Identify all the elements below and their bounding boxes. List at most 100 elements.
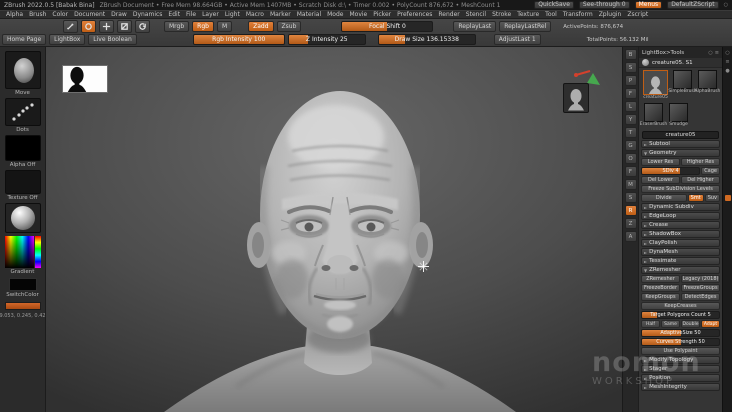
ghost-icon[interactable]: G <box>624 140 637 151</box>
tool-thumbnail-eraserbrush[interactable] <box>644 103 663 122</box>
tool-thumbnail-creature05[interactable] <box>643 70 668 95</box>
suv-toggle[interactable]: Suv <box>704 194 720 202</box>
current-tool-row[interactable]: creature05. S1 <box>639 58 722 68</box>
move-nav-icon[interactable]: M <box>624 179 637 190</box>
help-icon[interactable]: ○ <box>724 2 728 8</box>
local-icon[interactable]: L <box>624 101 637 112</box>
lsym-icon[interactable]: Y <box>624 114 637 125</box>
seethrough-slider[interactable]: See-through 0 <box>578 1 630 9</box>
panel-toggle-icon[interactable]: ≡ <box>725 59 729 65</box>
bpr-icon[interactable]: B <box>624 49 637 60</box>
spix-icon[interactable]: S <box>624 62 637 73</box>
keepcreases-toggle[interactable]: KeepCreases <box>641 302 720 310</box>
menu-item[interactable]: Zscript <box>627 11 648 18</box>
actual-size-icon[interactable]: A <box>624 231 637 242</box>
home-page-button[interactable]: Home Page <box>2 34 47 45</box>
quicksave-button[interactable]: QuickSave <box>534 1 574 9</box>
z-intensity-slider[interactable]: Z Intensity 25 <box>287 34 366 45</box>
palette-section-header[interactable]: ► EdgeLoop <box>641 212 720 220</box>
menu-item[interactable]: Transform <box>563 11 593 18</box>
legacy-2018-toggle[interactable]: Legacy (2018) <box>681 275 720 283</box>
palette-section-header[interactable]: ► Dynamic Subdiv <box>641 203 720 211</box>
menu-item[interactable]: Layer <box>202 11 219 18</box>
menu-item[interactable]: Texture <box>517 11 539 18</box>
cage-button[interactable]: Cage <box>701 167 720 175</box>
menu-item[interactable]: Mode <box>327 11 343 18</box>
tool-thumbnail-simplebrush[interactable] <box>673 70 692 89</box>
solo-icon[interactable]: O <box>624 153 637 164</box>
use-polypaint-toggle[interactable]: Use Polypaint <box>641 347 720 355</box>
mrgb-button[interactable]: Mrgb <box>164 21 190 32</box>
freeze-subdivision-button[interactable]: Freeze SubDivision Levels <box>641 185 720 193</box>
palette-section-header[interactable]: ► ClayPolish <box>641 239 720 247</box>
menu-item[interactable]: Dynamics <box>133 11 163 18</box>
freezegroups-toggle[interactable]: FreezeGroups <box>681 284 720 292</box>
menu-item[interactable]: Document <box>74 11 105 18</box>
draw-size-slider[interactable]: Draw Size 136.15338 <box>377 34 476 45</box>
subtool-section-header[interactable]: ► Subtool <box>641 140 720 148</box>
lightbox-button[interactable]: LightBox <box>49 34 86 45</box>
menu-item[interactable]: Zplugin <box>599 11 622 18</box>
tool-name-field[interactable]: creature05 <box>642 131 719 139</box>
focal-shift-slider[interactable]: Focal Shift 0 <box>341 21 434 32</box>
rgb-intensity-slider[interactable]: Rgb Intensity 100 <box>192 34 285 45</box>
frame-icon[interactable]: F <box>624 166 637 177</box>
freezeborder-toggle[interactable]: FreezeBorder <box>641 284 680 292</box>
same-button[interactable]: Same <box>661 320 680 328</box>
palette-section-header[interactable]: ► Stager <box>641 365 720 373</box>
texture-picker-button[interactable] <box>4 170 41 194</box>
tool-thumbnail-smudge[interactable] <box>669 103 688 122</box>
tray-handle-icon[interactable]: ≡ <box>715 50 719 56</box>
current-brush-button[interactable] <box>4 51 41 89</box>
menu-item[interactable]: Preferences <box>397 11 432 18</box>
menu-item[interactable]: File <box>186 11 196 18</box>
hue-strip[interactable] <box>34 236 41 268</box>
palette-section-header[interactable]: ► Crease <box>641 221 720 229</box>
palette-section-header[interactable]: ► Tessimate <box>641 257 720 265</box>
adjustlast-button[interactable]: AdjustLast 1 <box>493 34 541 45</box>
default-zscript-button[interactable]: DefaultZScript <box>667 1 719 9</box>
del-higher-button[interactable]: Del Higher <box>681 176 720 184</box>
menu-item[interactable]: Tool <box>545 11 557 18</box>
document-canvas[interactable] <box>46 47 622 412</box>
m-button[interactable]: M <box>216 21 233 32</box>
double-button[interactable]: Double <box>681 320 700 328</box>
live-boolean-button[interactable]: Live Boolean <box>88 34 137 45</box>
menu-item[interactable]: Stroke <box>492 11 511 18</box>
menu-item[interactable]: Color <box>52 11 68 18</box>
menu-item[interactable]: Macro <box>246 11 264 18</box>
higher-res-button[interactable]: Higher Res <box>681 158 720 166</box>
stroke-picker-button[interactable] <box>4 98 41 126</box>
tray-circle-icon[interactable]: ○ <box>708 50 712 56</box>
menu-item[interactable]: Edit <box>168 11 180 18</box>
adapt-toggle[interactable]: Adapt <box>701 320 720 328</box>
adaptive-size-slider[interactable]: AdaptiveSize 50 <box>641 329 720 337</box>
rotate-nav-icon[interactable]: R <box>624 205 637 216</box>
menu-item[interactable]: Picker <box>373 11 391 18</box>
menu-item[interactable]: Material <box>297 11 321 18</box>
persp-icon[interactable]: P <box>624 75 637 86</box>
menu-item[interactable]: Draw <box>111 11 127 18</box>
menu-item[interactable]: Brush <box>29 11 46 18</box>
tool-thumbnail-alphabrush[interactable] <box>698 70 717 89</box>
zsub-button[interactable]: Zsub <box>276 21 302 32</box>
edit-object-button[interactable] <box>63 20 78 33</box>
menu-item[interactable]: Movie <box>349 11 367 18</box>
smt-toggle[interactable]: Smt <box>687 194 704 202</box>
replaylastrel-button[interactable]: ReplayLastRel <box>499 21 552 32</box>
del-lower-button[interactable]: Del Lower <box>641 176 680 184</box>
color-picker[interactable] <box>4 236 41 268</box>
target-polygons-slider[interactable]: Target Polygons Count 5 <box>641 311 720 319</box>
replaylast-button[interactable]: ReplayLast <box>453 21 497 32</box>
menu-item[interactable]: Light <box>225 11 240 18</box>
transp-icon[interactable]: T <box>624 127 637 138</box>
doc-toggle-icon[interactable]: ● <box>725 68 729 74</box>
menu-item[interactable]: Render <box>438 11 459 18</box>
zadd-button[interactable]: Zadd <box>248 21 274 32</box>
menu-item[interactable]: Stencil <box>466 11 486 18</box>
material-picker-button[interactable] <box>4 203 41 233</box>
rgb-button[interactable]: Rgb <box>192 21 214 32</box>
divide-button[interactable]: Divide <box>641 194 687 202</box>
saturation-value-area[interactable] <box>4 236 34 268</box>
zremesher-button[interactable]: ZRemesher <box>641 275 680 283</box>
